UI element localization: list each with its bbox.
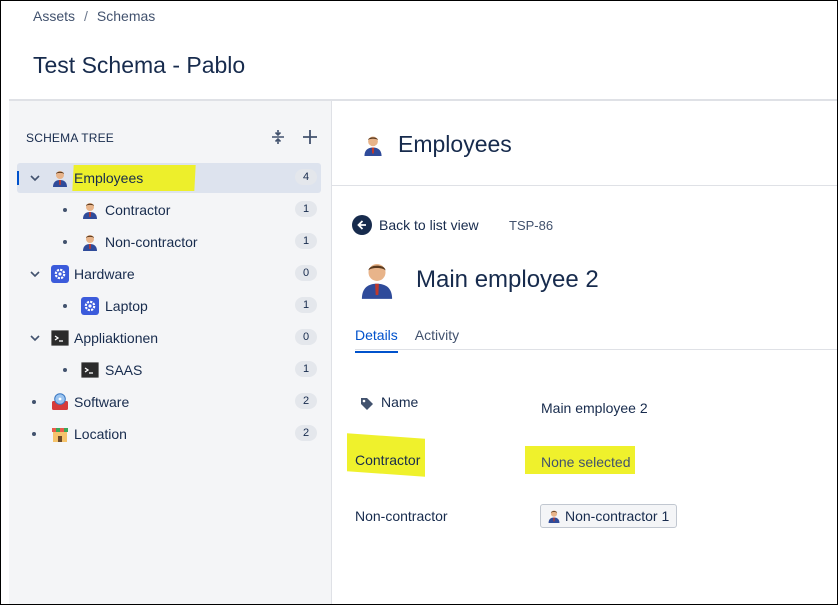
tree-item-laptop[interactable]: Laptop 1: [17, 291, 321, 321]
tree-item-employees[interactable]: Employees 4: [17, 163, 321, 193]
breadcrumb-separator: /: [84, 8, 88, 24]
tree-item-label: SAAS: [105, 362, 143, 378]
collapse-icon: [272, 130, 284, 144]
entry-header: Main employee 2: [360, 261, 599, 299]
collapse-all-button[interactable]: [269, 128, 287, 146]
count-badge: 1: [295, 361, 317, 377]
chevron-down-icon[interactable]: [29, 268, 41, 280]
breadcrumb-assets[interactable]: Assets: [33, 8, 75, 24]
main-divider: [332, 185, 837, 186]
tree-item-label: Laptop: [105, 298, 148, 314]
attribute-value-name: Main employee 2: [541, 400, 648, 416]
object-type-title: Employees: [398, 131, 512, 157]
reference-chip[interactable]: Non-contractor 1: [540, 504, 678, 528]
employee-icon: [83, 235, 97, 251]
plus-icon: [303, 130, 317, 144]
tree-item-label: Location: [74, 426, 127, 442]
count-badge: 0: [295, 265, 317, 281]
tree-item-label: Employees: [74, 170, 144, 186]
tabs-divider: [355, 349, 837, 350]
storefront-icon: [52, 428, 68, 442]
schema-tree-panel: SCHEMA TREE Employees 4 Contractor 1 Non…: [9, 101, 332, 604]
gear-icon: [81, 297, 99, 315]
employee-avatar-icon: [361, 263, 393, 299]
tree-item-label: Hardware: [74, 266, 135, 282]
tree-item-contractor[interactable]: Contractor 1: [17, 195, 321, 225]
object-key: TSP-86: [509, 218, 554, 233]
tree-toolbar: [269, 128, 319, 146]
terminal-icon: [81, 362, 99, 378]
back-label: Back to list view: [379, 217, 479, 233]
attribute-label-contractor: Contractor: [355, 452, 421, 468]
tree-item-label: Appliaktionen: [74, 330, 159, 346]
object-detail-panel: Employees Back to list view TSP-86 Main …: [332, 101, 837, 604]
tree-item-location[interactable]: Location 2: [17, 419, 321, 449]
gear-icon: [51, 265, 69, 283]
tree-item-appliaktionen[interactable]: Appliaktionen 0: [17, 323, 321, 353]
count-badge: 1: [295, 297, 317, 313]
count-badge: 2: [295, 393, 317, 409]
tree-item-hardware[interactable]: Hardware 0: [17, 259, 321, 289]
employee-icon: [53, 171, 67, 187]
employee-icon: [364, 135, 382, 156]
attribute-label-non-contractor: Non-contractor: [355, 508, 448, 524]
object-type-header: Employees: [362, 131, 512, 158]
chevron-down-icon[interactable]: [29, 172, 41, 184]
tree-item-software[interactable]: Software 2: [17, 387, 321, 417]
tree-item-label: Contractor: [105, 202, 171, 218]
bullet-icon: [63, 304, 67, 308]
tree-item-label: Software: [74, 394, 130, 410]
count-badge: 4: [295, 169, 317, 185]
tree-item-saas[interactable]: SAAS 1: [17, 355, 321, 385]
software-disc-icon: [52, 393, 68, 410]
bullet-icon: [63, 368, 67, 372]
count-badge: 1: [295, 233, 317, 249]
count-badge: 2: [295, 425, 317, 441]
bullet-icon: [32, 400, 36, 404]
arrow-left-icon: [352, 215, 372, 235]
left-gutter: [1, 1, 9, 604]
reference-chip-label: Non-contractor 1: [565, 508, 670, 524]
breadcrumb: Assets / Schemas: [33, 8, 155, 24]
employee-icon: [548, 510, 560, 523]
bullet-icon: [32, 432, 36, 436]
app-window: Assets / Schemas Test Schema - Pablo SCHEM…: [0, 0, 838, 605]
breadcrumb-schemas[interactable]: Schemas: [97, 8, 155, 24]
terminal-icon: [51, 330, 69, 346]
bullet-icon: [63, 208, 67, 212]
add-object-type-button[interactable]: [301, 128, 319, 146]
entry-title: Main employee 2: [416, 266, 599, 293]
page-title: Test Schema - Pablo: [33, 52, 246, 78]
count-badge: 1: [295, 201, 317, 217]
chevron-down-icon[interactable]: [29, 332, 41, 344]
selection-indicator: [17, 171, 19, 185]
attribute-label-name: Name: [381, 394, 419, 410]
tree-item-label: Non-contractor: [105, 234, 198, 250]
count-badge: 0: [295, 329, 317, 345]
bullet-icon: [63, 240, 67, 244]
tree-item-non-contractor[interactable]: Non-contractor 1: [17, 227, 321, 257]
schema-tree-heading: SCHEMA TREE: [26, 131, 114, 145]
tag-icon: [361, 398, 373, 410]
attribute-value-contractor[interactable]: None selected: [541, 454, 631, 470]
back-to-list-button[interactable]: Back to list view: [352, 215, 479, 235]
employee-icon: [83, 203, 97, 219]
